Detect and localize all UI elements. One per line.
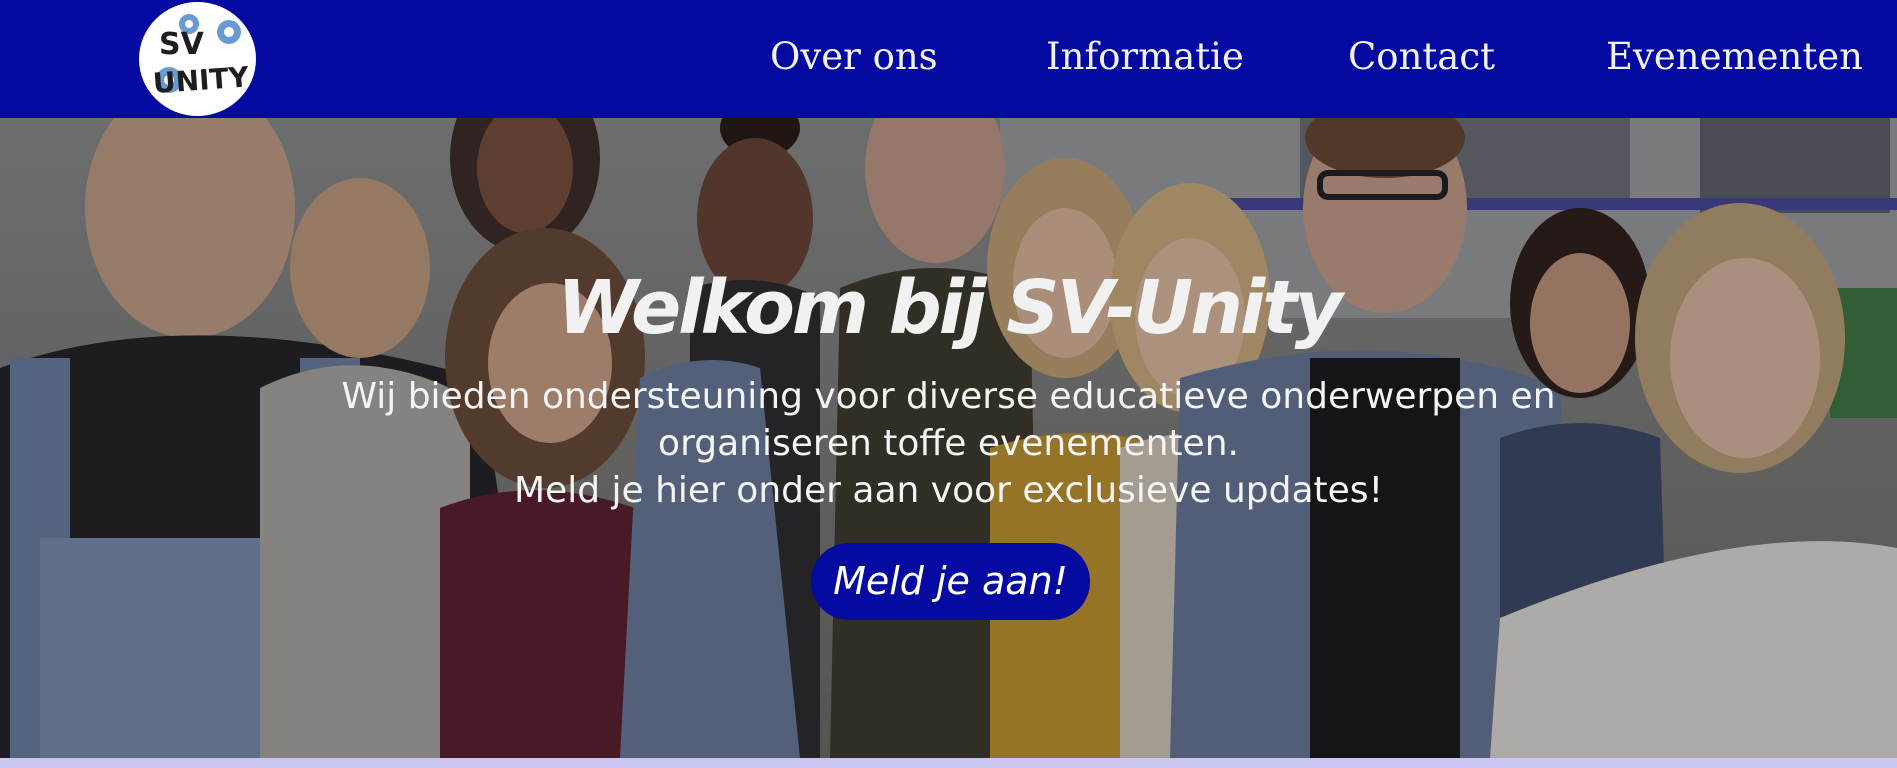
hero-section: Welkom bij SV-Unity Wij bieden ondersteu…	[0, 118, 1897, 758]
hero-description: Wij bieden ondersteuning voor diverse ed…	[0, 373, 1897, 514]
signup-button[interactable]: Meld je aan!	[811, 543, 1090, 620]
hero-text-line-2: organiseren toffe evenementen.	[658, 423, 1239, 464]
hero-title: Welkom bij SV-Unity	[557, 265, 1343, 351]
bottom-strip	[0, 758, 1897, 768]
nav-link-over-ons[interactable]: Over ons	[770, 34, 938, 80]
hero-text-line-3: Meld je hier onder aan voor exclusieve u…	[513, 470, 1383, 511]
top-navbar: SV UNITY Over ons Informatie Contact Eve…	[0, 0, 1897, 118]
main-nav: Over ons Informatie Contact Evenementen	[0, 0, 1897, 118]
hero-text-line-1: Wij bieden ondersteuning voor diverse ed…	[341, 376, 1556, 417]
nav-link-informatie[interactable]: Informatie	[1046, 34, 1244, 80]
nav-link-evenementen[interactable]: Evenementen	[1606, 34, 1863, 80]
nav-link-contact[interactable]: Contact	[1348, 34, 1495, 80]
